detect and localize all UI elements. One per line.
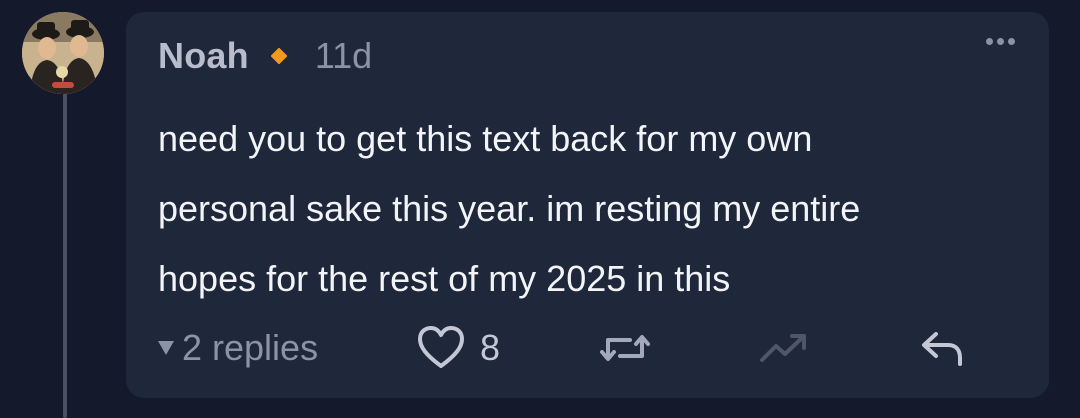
timestamp: 11d [314,35,373,76]
trend-button[interactable] [758,324,812,372]
more-horizontal-icon[interactable] [986,38,1015,45]
comment-line: personal sake this year. im resting my e… [158,188,861,229]
comment-header: Noah 11d [158,35,373,77]
comment-body: need you to get this text back for my ow… [158,104,1018,314]
author-name[interactable]: Noah [158,35,249,77]
caret-down-icon [158,341,174,355]
like-button[interactable]: 8 [416,324,500,372]
replies-label: 2 replies [182,327,319,368]
comment-card: Noah 11d need you to get this text back … [126,12,1049,398]
reply-button[interactable] [918,324,968,372]
comment-line: need you to get this text back for my ow… [158,118,813,159]
heart-icon [418,326,464,368]
comment-line: hopes for the rest of my 2025 in this [158,258,731,299]
like-count: 8 [480,327,501,368]
repost-icon [600,335,650,361]
trending-up-icon [760,334,806,362]
thread-line [63,90,67,418]
avatar-image [22,12,104,94]
avatar[interactable] [22,12,104,94]
replies-toggle-button[interactable]: 2 replies [158,324,318,372]
repost-button[interactable] [598,324,652,372]
action-bar: 2 replies 8 [158,324,1018,372]
diamond-badge-icon [270,47,288,65]
reply-arrow-icon [922,332,962,366]
